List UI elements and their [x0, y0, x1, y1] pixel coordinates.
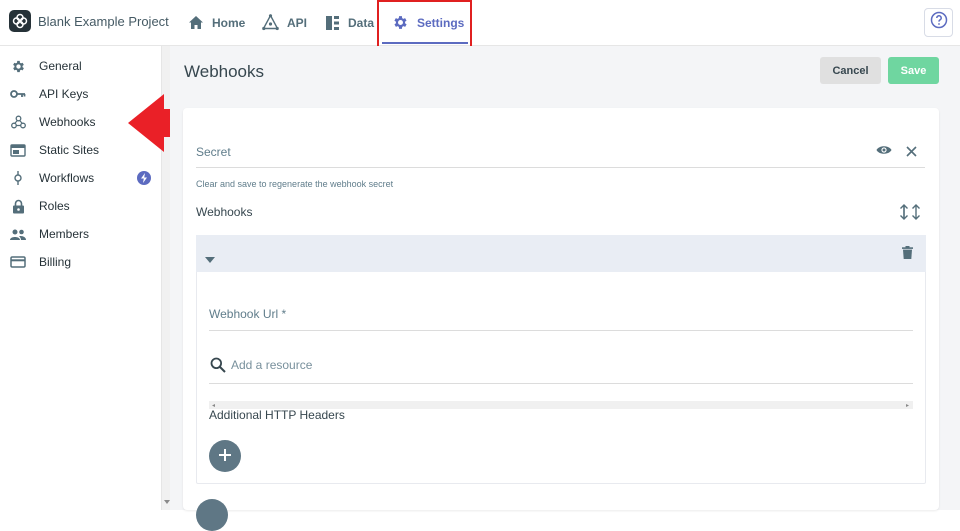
- gear-icon: [10, 58, 26, 74]
- secret-help-text: Clear and save to regenerate the webhook…: [196, 179, 394, 189]
- plus-icon: [219, 448, 231, 464]
- top-navigation-bar: Blank Example Project Home API Data Sett…: [0, 0, 960, 46]
- lightning-icon: [137, 171, 151, 185]
- sidebar-item-label: Roles: [39, 199, 70, 213]
- tab-home[interactable]: Home: [188, 0, 245, 45]
- page-title: Webhooks: [184, 62, 265, 81]
- secret-field-underline: [196, 167, 925, 168]
- webhooks-section-heading: Webhooks: [196, 205, 253, 219]
- tab-data-label: Data: [348, 15, 375, 30]
- cancel-button[interactable]: Cancel: [820, 57, 881, 84]
- tab-api-label: API: [287, 15, 308, 30]
- caret-down-icon[interactable]: [205, 250, 215, 268]
- add-header-button[interactable]: [209, 440, 241, 472]
- webhook-url-underline: [209, 330, 913, 331]
- browser-icon: [10, 142, 26, 158]
- search-icon: [210, 357, 226, 378]
- sidebar-item-roles[interactable]: Roles: [0, 192, 162, 220]
- add-webhook-button[interactable]: [196, 499, 228, 531]
- add-resource-input[interactable]: [231, 356, 831, 374]
- key-icon: [10, 86, 26, 102]
- home-icon: [188, 15, 204, 30]
- sidebar-item-general[interactable]: General: [0, 52, 162, 80]
- sidebar-item-label: API Keys: [39, 87, 89, 101]
- eye-icon[interactable]: [876, 143, 892, 161]
- tab-home-label: Home: [212, 15, 246, 30]
- sidebar-item-label: Webhooks: [39, 115, 96, 129]
- sidebar-item-label: General: [39, 59, 82, 73]
- sidebar-item-label: Workflows: [39, 171, 95, 185]
- sidebar-item-label: Billing: [39, 255, 72, 269]
- save-button[interactable]: Save: [888, 57, 939, 84]
- sidebar-item-members[interactable]: Members: [0, 220, 162, 248]
- workflow-icon: [10, 170, 26, 186]
- people-icon: [10, 226, 26, 242]
- http-headers-label: Additional HTTP Headers: [209, 408, 345, 422]
- help-icon: [930, 11, 948, 34]
- project-name[interactable]: Blank Example Project: [38, 14, 169, 29]
- sidebar-item-billing[interactable]: Billing: [0, 248, 162, 276]
- sidebar-item-workflows[interactable]: Workflows: [0, 164, 162, 192]
- add-resource-underline: [209, 383, 913, 384]
- api-icon: [262, 14, 279, 31]
- sidebar-item-label: Members: [39, 227, 90, 241]
- data-icon: [325, 15, 340, 31]
- credit-card-icon: [10, 254, 26, 270]
- close-icon[interactable]: [906, 144, 917, 162]
- project-logo-icon[interactable]: [9, 10, 31, 32]
- scroll-right-arrow-icon[interactable]: ▸: [906, 402, 909, 409]
- tab-data[interactable]: Data: [325, 0, 374, 45]
- webhook-item-header[interactable]: [196, 235, 926, 272]
- lock-icon: [10, 198, 26, 214]
- secret-field-label[interactable]: Secret: [196, 145, 231, 159]
- tab-api[interactable]: API: [262, 0, 307, 45]
- webhook-url-field[interactable]: Webhook Url *: [209, 307, 286, 321]
- sidebar-item-label: Static Sites: [39, 143, 100, 157]
- expand-collapse-all-icon[interactable]: [898, 204, 922, 225]
- webhook-icon: [10, 114, 26, 130]
- trash-icon[interactable]: [902, 246, 913, 264]
- help-button[interactable]: [924, 8, 953, 37]
